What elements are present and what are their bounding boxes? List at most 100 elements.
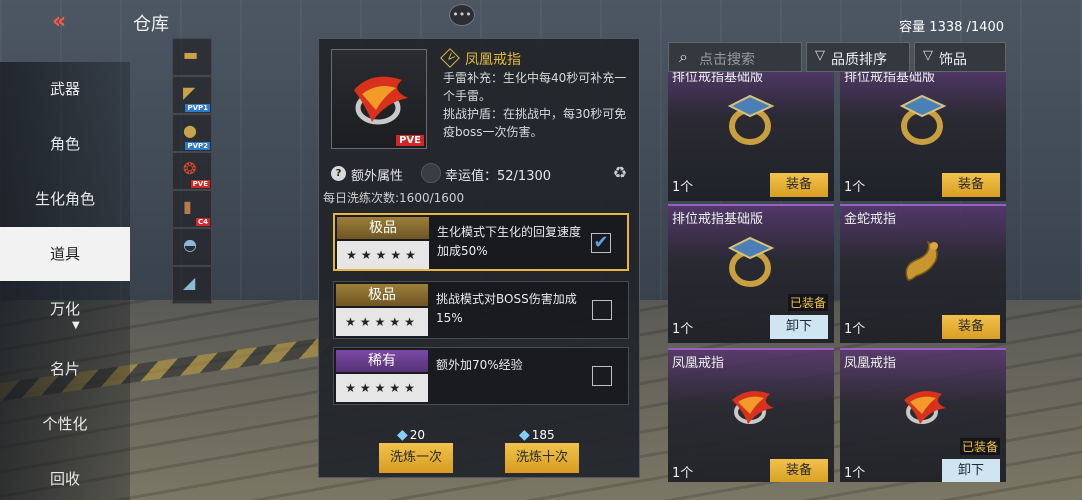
golden-snake-ring-art <box>905 240 938 281</box>
cost-ten-value: 185 <box>531 428 555 442</box>
search-box[interactable]: ⌕ 点击搜索 <box>668 42 802 72</box>
equip-button[interactable]: 装备 <box>770 173 828 197</box>
helmet-icon: ◓ <box>183 235 197 254</box>
inventory-toolbar: ⌕ 点击搜索 ▽ 品质排序 ▽ 饰品 <box>668 42 1006 72</box>
slot-ring[interactable]: ❂ PVE <box>172 152 212 190</box>
quality-v-icon: V <box>440 48 460 68</box>
item-description: 手雷补充：生化中每40秒可补充一个手雷。 挑战护盾：在挑战中，每30秒可免疫bo… <box>443 69 631 141</box>
item-card-qty: 1个 <box>844 466 866 481</box>
equip-button[interactable]: 装备 <box>942 173 1000 197</box>
item-card-name: 凤凰戒指 <box>672 356 725 371</box>
item-card-name: 金蛇戒指 <box>844 212 897 227</box>
slot-pistol[interactable]: ◤ PVP1 <box>172 76 212 114</box>
recycle-icon[interactable]: ♻ <box>613 163 627 182</box>
slot-helmet[interactable]: ◓ <box>172 228 212 266</box>
search-icon: ⌕ <box>679 47 688 66</box>
equip-button[interactable]: 装备 <box>942 315 1000 339</box>
expand-arrow-icon: ▼ <box>72 320 80 331</box>
item-card-qty: 1个 <box>672 466 694 481</box>
unequip-button[interactable]: 卸下 <box>942 459 1000 482</box>
item-card[interactable]: 排位戒指基础版 1个 装备 <box>668 72 834 201</box>
loadout-slot-column: ▬ ◤ PVP1 ● PVP2 ❂ PVE ▮ C4 ◓ ◢ <box>172 38 212 304</box>
option-checkbox[interactable] <box>592 366 612 386</box>
star-rating: ★★★★★ <box>337 241 429 269</box>
rifle-icon: ▬ <box>183 45 199 64</box>
daily-wash-count: 每日洗练次数:1600/1600 <box>323 191 465 205</box>
diamond-icon: ◆ <box>519 427 530 443</box>
wash-option-3[interactable]: 稀有 ★★★★★ 额外加70%经验 <box>333 347 629 405</box>
equipped-badge: 已装备 <box>787 294 828 311</box>
chevron-down-icon: ▽ <box>923 48 933 63</box>
wash-option-2[interactable]: 极品 ★★★★★ 挑战模式对BOSS伤害加成15% <box>333 281 629 339</box>
page-title: 仓库 <box>133 14 169 35</box>
rank-ring-art <box>727 94 775 145</box>
chat-button[interactable]: ••• <box>449 4 475 26</box>
slot-grenade[interactable]: ● PVP2 <box>172 114 212 152</box>
phoenix-ring-art <box>904 391 946 424</box>
extra-attribute-label: 额外属性 <box>351 169 404 184</box>
slot-rifle[interactable]: ▬ <box>172 38 212 76</box>
nav-item-weapons[interactable]: 武器 <box>0 62 130 116</box>
pistol-icon: ◤ <box>183 83 196 102</box>
star-rating: ★★★★★ <box>336 308 428 336</box>
option-checkbox[interactable] <box>592 300 612 320</box>
item-card[interactable]: 凤凰戒指 1个 装备 <box>668 348 834 482</box>
item-card[interactable]: 凤凰戒指 已装备 1个 卸下 <box>840 348 1006 482</box>
extra-attribute-row: ? 额外属性 幸运值：52/1300 ♻ <box>331 163 629 185</box>
double-chevron-left-icon: « <box>52 9 67 34</box>
unequip-button[interactable]: 卸下 <box>770 315 828 339</box>
item-card-name: 排位戒指基础版 <box>672 72 764 85</box>
option-checkbox[interactable]: ✔ <box>591 233 611 253</box>
cost-once: ◆ 20 <box>397 427 425 443</box>
back-button[interactable]: « <box>52 10 82 34</box>
wash-option-1[interactable]: 极品 ★★★★★ 生化模式下生化的回复速度加成50% ✔ <box>333 213 629 271</box>
item-name: 凤凰戒指 <box>465 52 521 68</box>
option-text: 生化模式下生化的回复速度加成50% <box>437 225 582 258</box>
nav-item-wanhua[interactable]: 万化 <box>0 282 130 336</box>
wash-once-button[interactable]: 洗炼一次 <box>379 443 453 473</box>
phoenix-ring-art <box>732 391 774 424</box>
luck-icon <box>421 163 441 183</box>
inventory-grid: 排位戒指基础版 1个 装备 排位戒指基础版 1个 装备 排位戒指基础版 已装备 … <box>668 72 1006 482</box>
item-card[interactable]: 金蛇戒指 1个 装备 <box>840 204 1006 343</box>
chat-bubble-icon: ••• <box>452 8 472 21</box>
slot-tag: C4 <box>195 218 210 226</box>
item-card-qty: 1个 <box>844 180 866 195</box>
phoenix-ring-icon: ❂ <box>183 159 197 178</box>
nav-item-personalize[interactable]: 个性化 <box>0 397 130 451</box>
filter-label: 饰品 <box>939 52 967 68</box>
item-card-qty: 1个 <box>844 322 866 337</box>
option-text: 挑战模式对BOSS伤害加成15% <box>436 292 577 325</box>
slot-knife[interactable]: ◢ <box>172 266 212 304</box>
help-icon[interactable]: ? <box>331 166 346 181</box>
nav-item-namecard[interactable]: 名片 <box>0 342 130 396</box>
rank-ring-art <box>727 236 775 287</box>
cost-ten: ◆ 185 <box>519 427 555 443</box>
nav-item-recycle[interactable]: 回收 <box>0 452 130 500</box>
c4-icon: ▮ <box>183 197 192 216</box>
slot-tag: PVP1 <box>185 104 210 112</box>
item-card[interactable]: 排位戒指基础版 1个 装备 <box>840 72 1006 201</box>
star-rating: ★★★★★ <box>336 374 428 402</box>
sort-dropdown[interactable]: ▽ 品质排序 <box>806 42 910 72</box>
grade-label: 极品 <box>337 217 429 239</box>
grenade-icon: ● <box>183 121 197 140</box>
pve-tag: PVE <box>396 135 424 146</box>
rank-ring-art <box>899 94 947 145</box>
nav-item-props[interactable]: 道具 <box>0 227 130 281</box>
grade-label: 极品 <box>336 284 428 306</box>
item-card[interactable]: 排位戒指基础版 已装备 1个 卸下 <box>668 204 834 343</box>
item-preview: PVE <box>331 49 427 149</box>
item-desc-line: 手雷补充：生化中每40秒可补充一个手雷。 <box>443 71 627 103</box>
luck-value: 幸运值：52/1300 <box>445 169 552 184</box>
chevron-down-icon: ▽ <box>815 48 825 63</box>
nav-item-zombie-character[interactable]: 生化角色 <box>0 172 130 226</box>
equip-button[interactable]: 装备 <box>770 459 828 482</box>
filter-dropdown[interactable]: ▽ 饰品 <box>914 42 1006 72</box>
cost-once-value: 20 <box>409 428 426 442</box>
wash-ten-button[interactable]: 洗炼十次 <box>505 443 579 473</box>
slot-tag: PVE <box>190 180 210 188</box>
nav-item-character[interactable]: 角色 <box>0 117 130 171</box>
item-card-name: 排位戒指基础版 <box>672 212 764 227</box>
slot-c4[interactable]: ▮ C4 <box>172 190 212 228</box>
